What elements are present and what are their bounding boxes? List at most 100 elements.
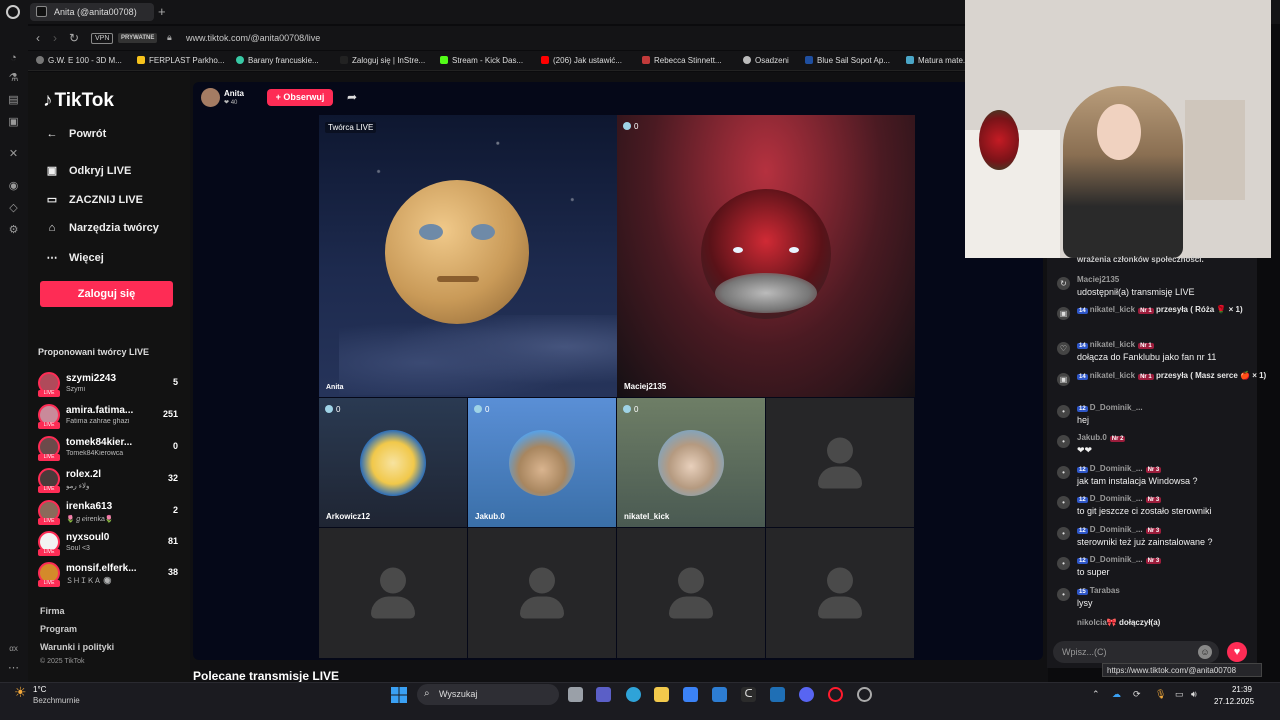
back-icon[interactable]: ‹: [36, 31, 40, 45]
messenger-icon[interactable]: ▣: [7, 116, 20, 129]
network-icon[interactable]: ▭: [1175, 689, 1184, 700]
forward-icon[interactable]: ›: [53, 31, 57, 45]
tray-expand-icon[interactable]: ⌃: [1092, 689, 1100, 700]
opera-gx-icon[interactable]: [828, 687, 843, 702]
host-name[interactable]: Anita: [224, 89, 244, 98]
vpn-badge[interactable]: VPN: [91, 33, 114, 44]
suggested-creator[interactable]: LIVE amira.fatima... Fatima zahrae ghazi 25…: [38, 404, 178, 432]
microphone-icon[interactable]: 🎙︎: [1155, 689, 1166, 700]
guest-tile-maciej[interactable]: 0 Maciej2135: [617, 115, 915, 397]
chat-username[interactable]: Maciej2135: [1077, 275, 1119, 284]
pinboard-icon[interactable]: ◇: [7, 202, 20, 215]
chat-username[interactable]: nikatel_kick: [1090, 340, 1135, 349]
ai-icon[interactable]: αx: [7, 642, 20, 655]
bookmark-item[interactable]: Rebecca Stinnett...: [642, 56, 722, 65]
chat-input[interactable]: Wpisz...(C): [1053, 641, 1219, 663]
share-icon[interactable]: ➦: [347, 90, 357, 104]
windows-start-icon[interactable]: [391, 687, 407, 703]
bookmark-item[interactable]: Stream - Kick Das...: [440, 56, 523, 65]
suggested-creator[interactable]: LIVE nyxsoul0 Soul <3 81: [38, 531, 178, 559]
sidebar-item-more[interactable]: ⋯ Więcej: [43, 251, 104, 264]
bookmark-item[interactable]: Barany francuskie...: [236, 56, 319, 65]
chat-username[interactable]: nikolcia🎀: [1077, 618, 1117, 627]
app-icon[interactable]: [770, 687, 785, 702]
footer-link-company[interactable]: Firma: [40, 606, 65, 616]
volume-icon[interactable]: 🔊︎: [1191, 689, 1197, 700]
host-avatar[interactable]: [201, 88, 220, 107]
chat-username[interactable]: nikatel_kick: [1090, 371, 1135, 380]
browser-tab[interactable]: Anita (@anita00708): [30, 3, 154, 21]
emoji-icon[interactable]: ☺: [1198, 645, 1212, 659]
footer-link-program[interactable]: Program: [40, 624, 77, 634]
sync-icon[interactable]: ⟳: [1133, 689, 1141, 700]
player-icon[interactable]: ◉: [7, 180, 20, 193]
empty-guest-slot[interactable]: [766, 528, 914, 658]
obs-icon[interactable]: [857, 687, 872, 702]
chat-username[interactable]: nikatel_kick: [1090, 305, 1135, 314]
suggested-creator[interactable]: LIVE irenka613 🌷ℊℯirenka🌷 2: [38, 500, 178, 528]
guest-tile-nikatel[interactable]: 0 nikatel_kick: [617, 398, 765, 527]
like-heart-icon[interactable]: ♥: [1227, 642, 1247, 662]
teams-icon[interactable]: [596, 687, 611, 702]
wallet-icon[interactable]: ▤: [7, 94, 20, 107]
empty-guest-slot[interactable]: [617, 528, 765, 658]
back-button[interactable]: ← Powrót: [43, 128, 107, 140]
chat-username[interactable]: Jakub.0: [1077, 433, 1107, 442]
weather-temp[interactable]: 1°C: [33, 685, 46, 694]
suggested-creator[interactable]: LIVE rolex.2l ولاء رمو 32: [38, 468, 178, 496]
bookmark-item[interactable]: Zaloguj się | InStre...: [340, 56, 425, 65]
opera-logo-icon[interactable]: [6, 5, 20, 19]
bookmark-item[interactable]: G.W. E 100 - 3D M...: [36, 56, 122, 65]
sidebar-item-creator-tools[interactable]: ⌂ Narzędzia twórcy: [43, 222, 159, 234]
sidebar-item-discover-live[interactable]: ▣ Odkryj LIVE: [43, 164, 132, 177]
weather-desc[interactable]: Bezchmurnie: [33, 696, 80, 705]
bookmark-item[interactable]: (206) Jak ustawić...: [541, 56, 622, 65]
empty-guest-slot[interactable]: [319, 528, 467, 658]
new-tab-icon[interactable]: +: [158, 4, 166, 19]
taskbar-search[interactable]: Wyszukaj: [417, 684, 559, 705]
chat-username[interactable]: D_Dominik_...: [1090, 525, 1143, 534]
clock-time[interactable]: 21:39: [1226, 685, 1252, 694]
task-view-icon[interactable]: [568, 687, 583, 702]
settings-icon[interactable]: ⚙: [7, 224, 20, 237]
weather-icon[interactable]: ☀: [14, 684, 27, 701]
file-explorer-icon[interactable]: [654, 687, 669, 702]
lock-icon[interactable]: 🔒︎: [167, 32, 172, 43]
tile-label: Maciej2135: [624, 382, 667, 391]
clock-date[interactable]: 27.12.2025: [1214, 697, 1254, 706]
guest-tile-host[interactable]: Twórca LIVE Anita: [319, 115, 617, 397]
follow-button[interactable]: + Obserwuj: [267, 89, 333, 106]
chat-username[interactable]: D_Dominik_...: [1090, 555, 1143, 564]
history-icon[interactable]: ◔: [7, 52, 20, 65]
chat-username[interactable]: D_Dominik_...: [1090, 403, 1143, 412]
empty-guest-slot[interactable]: [468, 528, 616, 658]
bookmark-item[interactable]: Matura mate...: [906, 56, 970, 65]
login-button[interactable]: Zaloguj się: [40, 281, 173, 307]
store-icon[interactable]: [683, 687, 698, 702]
suggested-creator[interactable]: LIVE monsif.elferk... ＳＨＩＫＡ 🔘 38: [38, 562, 178, 590]
guest-tile-jakub[interactable]: 0 Jakub.0: [468, 398, 616, 527]
reload-icon[interactable]: ↻: [69, 31, 79, 45]
guest-tile-arkowicz[interactable]: 0 Arkowicz12: [319, 398, 467, 527]
bookmark-item[interactable]: Blue Sail Sopot Ap...: [805, 56, 890, 65]
discord-icon[interactable]: [799, 687, 814, 702]
chat-username[interactable]: D_Dominik_...: [1090, 494, 1143, 503]
url-field[interactable]: www.tiktok.com/@anita00708/live: [186, 33, 320, 43]
bookmark-item[interactable]: FERPLAST Parkho...: [137, 56, 224, 65]
aria-icon[interactable]: ⚗: [7, 72, 20, 85]
edge-icon[interactable]: [626, 687, 641, 702]
chat-username[interactable]: D_Dominik_...: [1090, 464, 1143, 473]
capcut-icon[interactable]: ᑕ: [741, 687, 756, 702]
x-icon[interactable]: ✕: [7, 148, 20, 161]
footer-link-terms[interactable]: Warunki i polityki: [40, 642, 114, 652]
onedrive-icon[interactable]: ☁: [1112, 689, 1121, 700]
mail-icon[interactable]: [712, 687, 727, 702]
sidebar-item-start-live[interactable]: ▭ ZACZNIJ LIVE: [43, 193, 143, 206]
more-icon[interactable]: ⋯: [7, 662, 20, 675]
suggested-creator[interactable]: LIVE tomek84kier... Tomek84Kierowca 0: [38, 436, 178, 464]
chat-username[interactable]: Tarabas: [1090, 586, 1120, 595]
tiktok-logo[interactable]: ♪ TikTok: [43, 90, 114, 112]
suggested-creator[interactable]: LIVE szymi2243 Szymi 5: [38, 372, 178, 400]
bookmark-item[interactable]: Osadzeni: [743, 56, 789, 65]
empty-guest-slot[interactable]: [766, 398, 914, 527]
